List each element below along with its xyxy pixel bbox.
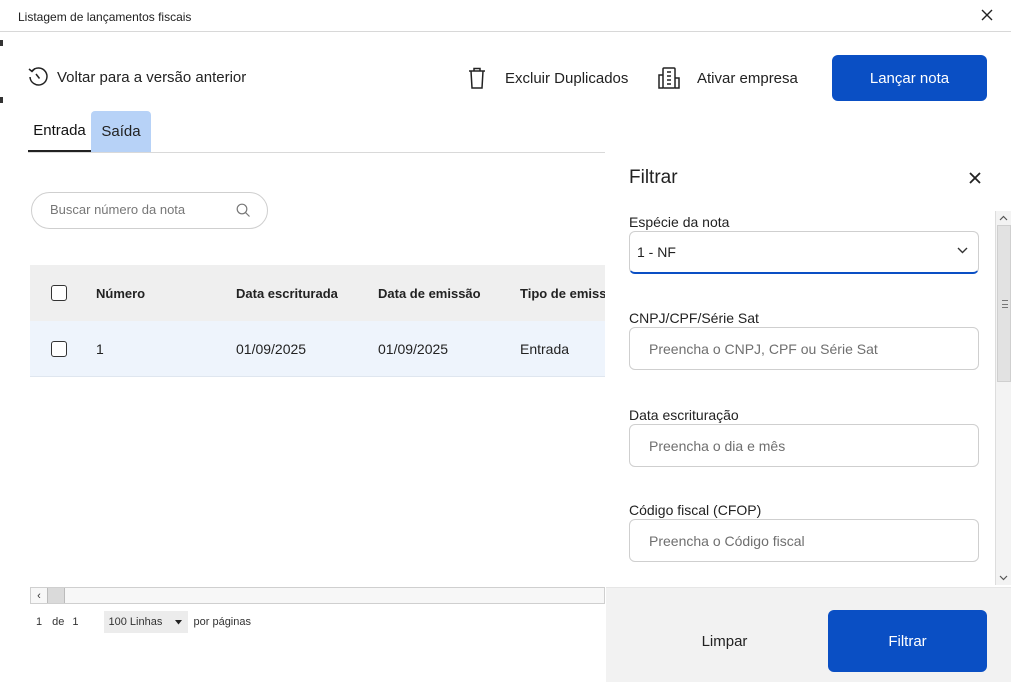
scroll-up-icon[interactable] [996,211,1011,225]
especie-label: Espécie da nota [629,214,730,230]
table-header: Número Data escriturada Data de emissão … [30,265,605,321]
current-page: 1 [36,616,43,628]
history-icon [28,67,48,86]
filter-panel-footer: Limpar Filtrar [606,587,1011,682]
row-checkbox[interactable] [51,341,67,357]
rows-per-page-value: 100 Linhas [108,616,163,628]
cnpj-label: CNPJ/CPF/Série Sat [629,310,759,326]
filter-button[interactable]: Filtrar [828,610,987,672]
filter-panel: Filtrar Espécie da nota 1 - NF CNPJ/CPF/… [606,153,1011,682]
chevron-down-icon [957,247,968,254]
search-input[interactable] [50,202,230,217]
pagination: 1 de 1 100 Linhas por páginas [36,611,251,633]
cfop-label: Código fiscal (CFOP) [629,502,762,518]
delete-duplicates-label: Excluir Duplicados [505,69,629,87]
especie-value: 1 - NF [637,244,676,260]
especie-select[interactable]: 1 - NF [629,231,979,274]
rows-per-page-select[interactable]: 100 Linhas [103,611,188,633]
of-label: de [52,616,65,628]
data-escrituracao-label: Data escrituração [629,407,739,423]
edge-mark [0,97,3,103]
cfop-field [629,519,979,562]
table-row[interactable]: 1 01/09/2025 01/09/2025 Entrada [30,321,605,377]
vertical-scrollbar[interactable] [995,211,1011,585]
notes-table: Número Data escriturada Data de emissão … [30,265,605,377]
cell-tipo-emissao: Entrada [520,341,570,357]
building-icon [658,67,680,89]
search-icon[interactable] [236,203,251,218]
column-header-numero[interactable]: Número [96,265,145,321]
caret-down-icon [174,619,182,624]
column-header-data-emissao[interactable]: Data de emissão [378,265,481,321]
select-all-cell [51,265,67,321]
tab-saida[interactable]: Saída [91,111,151,152]
scroll-down-icon[interactable] [996,571,1011,585]
cnpj-input[interactable] [649,341,949,357]
horizontal-scrollbar[interactable]: ‹ [30,587,605,604]
scrollbar-thumb[interactable] [47,588,65,603]
activate-company-button[interactable]: Ativar empresa [657,66,798,90]
launch-note-button[interactable]: Lançar nota [832,55,987,101]
search-box [31,192,268,229]
trash-icon [469,67,485,89]
per-page-label: por páginas [193,616,252,628]
column-header-tipo-emissao[interactable]: Tipo de emiss [520,265,605,321]
tab-entrada[interactable]: Entrada [28,111,91,152]
total-pages: 1 [72,616,79,628]
window-title: Listagem de lançamentos fiscais [18,10,192,24]
clear-button[interactable]: Limpar [666,610,783,672]
cell-data-escriturada: 01/09/2025 [236,341,307,357]
back-to-previous-version-button[interactable]: Voltar para a versão anterior [27,66,246,88]
tab-bar: Entrada Saída [28,111,605,153]
row-select-cell [51,321,67,377]
back-label: Voltar para a versão anterior [57,68,247,86]
data-escrituracao-input[interactable] [649,438,949,454]
close-icon[interactable] [968,171,982,185]
activate-company-label: Ativar empresa [697,69,798,87]
delete-duplicates-button[interactable]: Excluir Duplicados [466,66,628,90]
title-bar: Listagem de lançamentos fiscais [0,0,1011,32]
cfop-input[interactable] [649,533,949,549]
scrollbar-thumb[interactable] [997,225,1011,382]
cell-numero: 1 [96,341,104,357]
select-all-checkbox[interactable] [51,285,67,301]
grip-icon [1002,300,1008,308]
data-escrituracao-field [629,424,979,467]
cnpj-field [629,327,979,370]
column-header-data-escriturada[interactable]: Data escriturada [236,265,338,321]
edge-mark [0,40,3,46]
close-icon[interactable] [979,7,995,23]
filter-panel-title: Filtrar [629,167,678,188]
cell-data-emissao: 01/09/2025 [378,341,449,357]
scroll-left-icon[interactable]: ‹ [31,588,47,603]
